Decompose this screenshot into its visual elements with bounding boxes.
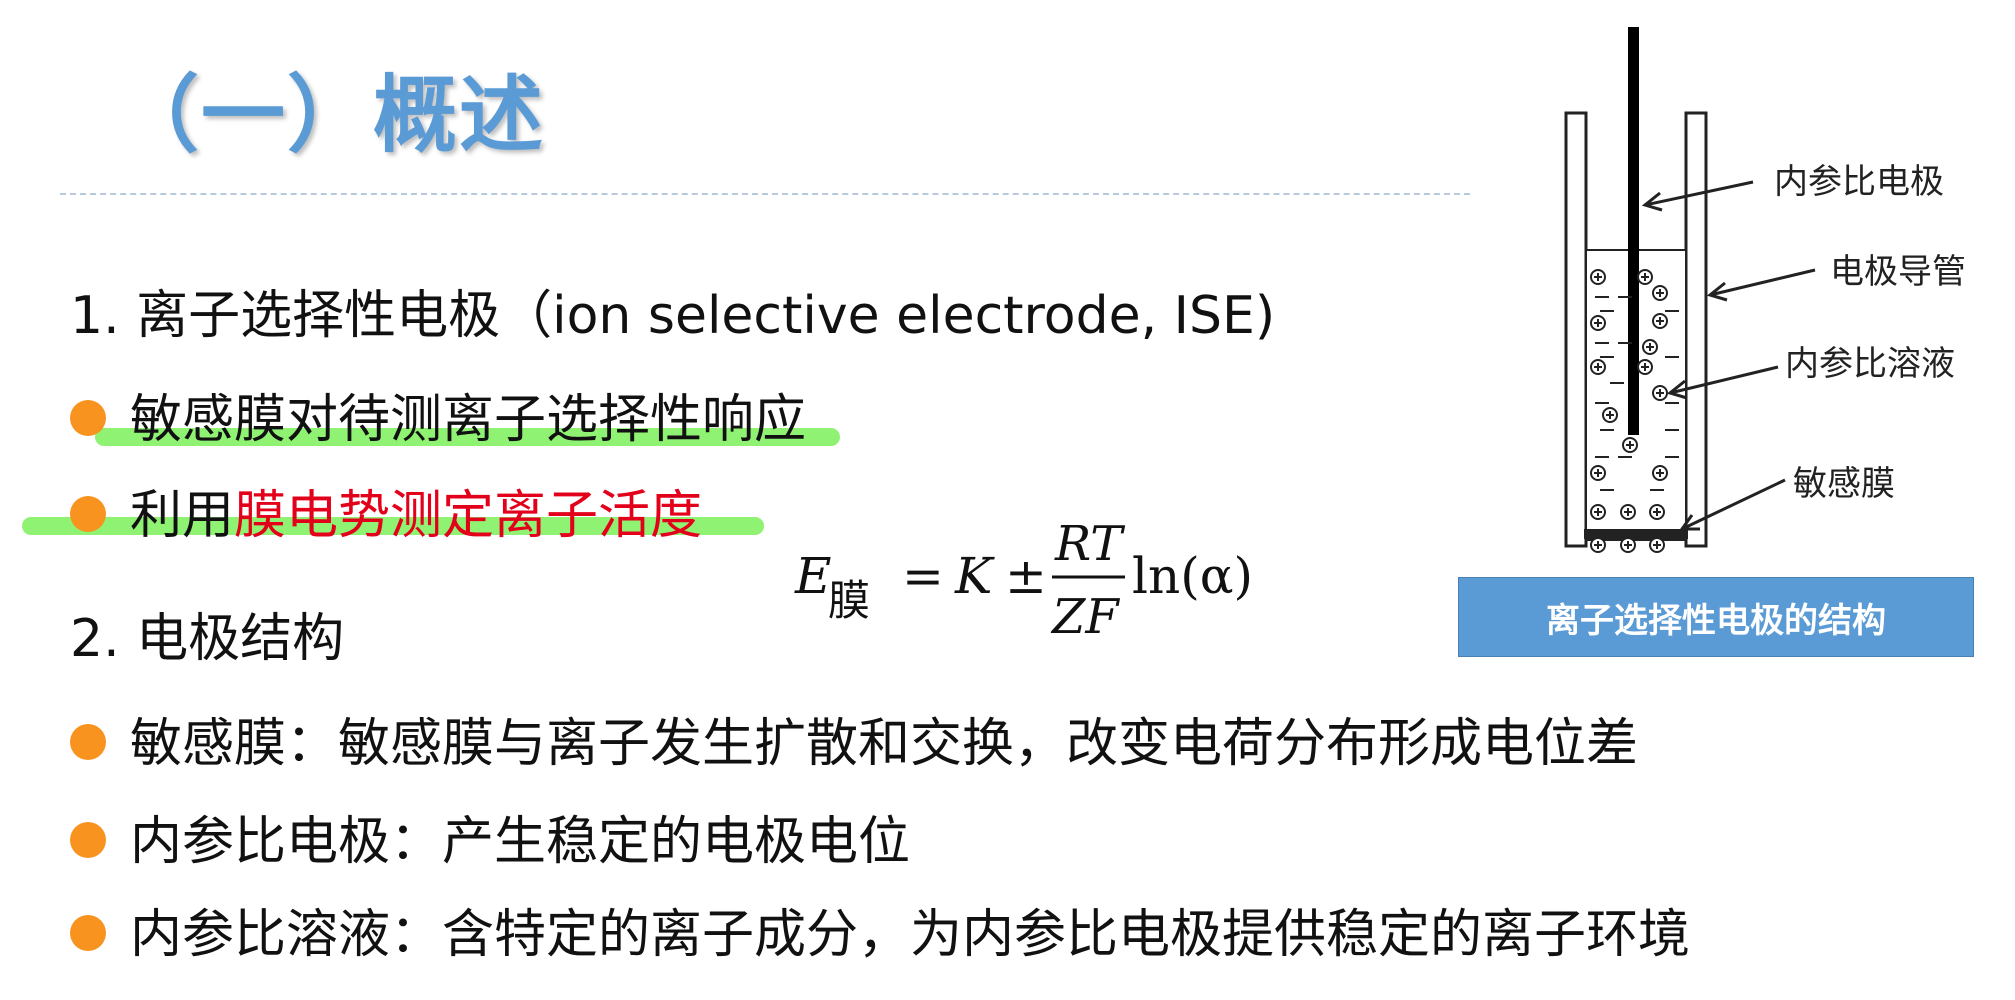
bullet-dot: [70, 822, 106, 858]
formula-log-term: ln(α): [1132, 547, 1253, 605]
formula-plus-minus: ±: [1005, 547, 1047, 605]
section1-bullet-2: 利用膜电势测定离子活度: [130, 490, 702, 542]
bullet-text-plain: 利用: [130, 486, 235, 546]
arrow-tube: [1709, 268, 1816, 297]
bullet-text-emphasis: 膜电势测定离子活度: [234, 486, 703, 546]
section1-bullet-1: 敏感膜对待测离子选择性响应: [130, 390, 807, 450]
section1-heading: 1. 离子选择性电极（ion selective electrode, ISE): [70, 286, 1276, 346]
ise-structure-diagram: 内参比电极 电极导管 内参比溶液 敏感膜: [1564, 27, 1966, 553]
internal-electrode-wire: [1628, 27, 1639, 435]
bullet-dot: [70, 915, 106, 951]
formula-lhs-symbol: E: [794, 547, 832, 605]
tube-left-wall: [1564, 111, 1588, 548]
diagram-caption: 离子选择性电极的结构: [1546, 600, 1886, 641]
bullet-dot: [70, 400, 106, 436]
label-sensitive-membrane: 敏感膜: [1793, 464, 1895, 504]
label-internal-reference-solution: 内参比溶液: [1785, 344, 1955, 384]
nernst-formula: E 膜 = K ± RT ZF ln(α): [794, 516, 1253, 645]
label-electrode-tube: 电极导管: [1830, 252, 1966, 292]
tube-right-wall: [1684, 111, 1708, 548]
formula-numerator: RT: [1054, 516, 1125, 572]
section2-heading: 2. 电极结构: [70, 609, 345, 669]
formula-lhs-subscript: 膜: [828, 576, 870, 625]
section2-bullet-1: 敏感膜：敏感膜与离子发生扩散和交换，改变电荷分布形成电位差: [130, 714, 1639, 774]
section2-bullet-3: 内参比溶液：含特定的离子成分，为内参比电极提供稳定的离子环境: [130, 905, 1691, 965]
section2-bullet-2: 内参比电极：产生稳定的电极电位: [130, 812, 911, 872]
slide-title: （一）概述: [115, 66, 546, 164]
formula-equals: =: [902, 547, 944, 605]
formula-constant: K: [954, 547, 995, 605]
label-internal-reference-electrode: 内参比电极: [1774, 162, 1944, 202]
formula-denominator: ZF: [1050, 589, 1120, 645]
bullet-dot: [70, 496, 106, 532]
title-divider: [60, 193, 1470, 195]
bullet-dot: [70, 724, 106, 760]
diagram-caption-box: 离子选择性电极的结构: [1458, 577, 1974, 657]
